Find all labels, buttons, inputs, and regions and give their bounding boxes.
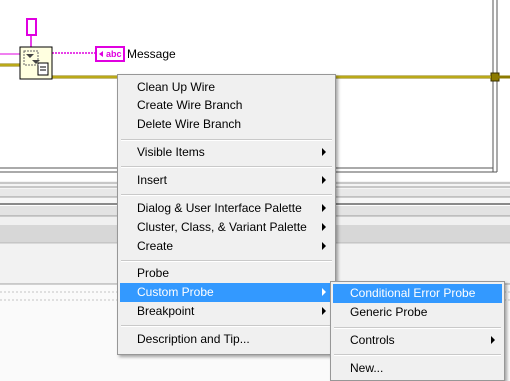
menu-item-dialog-ui-palette[interactable]: Dialog & User Interface Palette (120, 199, 333, 218)
menu-item-insert[interactable]: Insert (120, 171, 333, 190)
menu-item-generic-probe[interactable]: Generic Probe (333, 303, 502, 322)
menu-separator (121, 260, 332, 262)
menu-item-controls[interactable]: Controls (333, 331, 502, 350)
subvi-node[interactable] (19, 46, 53, 80)
submenu-arrow-icon (322, 204, 326, 212)
menu-item-create-wire-branch[interactable]: Create Wire Branch (120, 96, 333, 115)
menu-item-clean-up-wire[interactable]: Clean Up Wire (120, 78, 333, 97)
menu-item-cluster-class-variant-palette[interactable]: Cluster, Class, & Variant Palette (120, 218, 333, 237)
menu-item-label: Visible Items (137, 145, 205, 159)
menu-item-label: Breakpoint (137, 304, 195, 318)
submenu-arrow-icon (322, 176, 326, 184)
message-label: Message (127, 47, 176, 61)
menu-item-label: Insert (137, 173, 168, 187)
menu-item-label: Delete Wire Branch (137, 117, 242, 131)
menu-item-label: Description and Tip... (137, 332, 250, 346)
menu-separator (121, 139, 332, 141)
menu-item-label: Cluster, Class, & Variant Palette (137, 220, 307, 234)
menu-item-label: Dialog & User Interface Palette (137, 201, 302, 215)
menu-item-label: Clean Up Wire (137, 80, 216, 94)
submenu-arrow-icon (322, 148, 326, 156)
menu-item-new-probe[interactable]: New... (333, 359, 502, 378)
submenu-arrow-icon (322, 223, 326, 231)
custom-probe-submenu: Conditional Error Probe Generic Probe Co… (330, 281, 505, 381)
menu-item-probe[interactable]: Probe (120, 264, 333, 283)
menu-separator (334, 354, 501, 356)
menu-separator (121, 166, 332, 168)
menu-item-label: Custom Probe (137, 285, 214, 299)
menu-item-description-and-tip[interactable]: Description and Tip... (120, 330, 333, 349)
menu-item-label: Create (137, 239, 174, 253)
menu-separator (121, 194, 332, 196)
menu-item-breakpoint[interactable]: Breakpoint (120, 302, 333, 321)
menu-separator (334, 327, 501, 329)
wire-context-menu: Clean Up Wire Create Wire Branch Delete … (117, 74, 336, 355)
menu-item-label: Create Wire Branch (137, 98, 243, 112)
menu-item-label: Controls (350, 333, 395, 347)
submenu-arrow-icon (322, 288, 326, 296)
menu-item-label: Conditional Error Probe (350, 286, 476, 300)
menu-item-delete-wire-branch[interactable]: Delete Wire Branch (120, 115, 333, 134)
menu-item-create[interactable]: Create (120, 237, 333, 256)
menu-item-label: Generic Probe (350, 305, 428, 319)
menu-item-custom-probe[interactable]: Custom Probe (120, 283, 333, 302)
string-constant-tag: abc (106, 49, 122, 59)
menu-item-label: New... (350, 361, 384, 375)
menu-separator (121, 325, 332, 327)
submenu-arrow-icon (491, 336, 495, 344)
menu-item-visible-items[interactable]: Visible Items (120, 143, 333, 162)
menu-item-conditional-error-probe[interactable]: Conditional Error Probe (333, 284, 502, 303)
submenu-arrow-icon (322, 242, 326, 250)
menu-item-label: Probe (137, 266, 170, 280)
submenu-arrow-icon (322, 307, 326, 315)
